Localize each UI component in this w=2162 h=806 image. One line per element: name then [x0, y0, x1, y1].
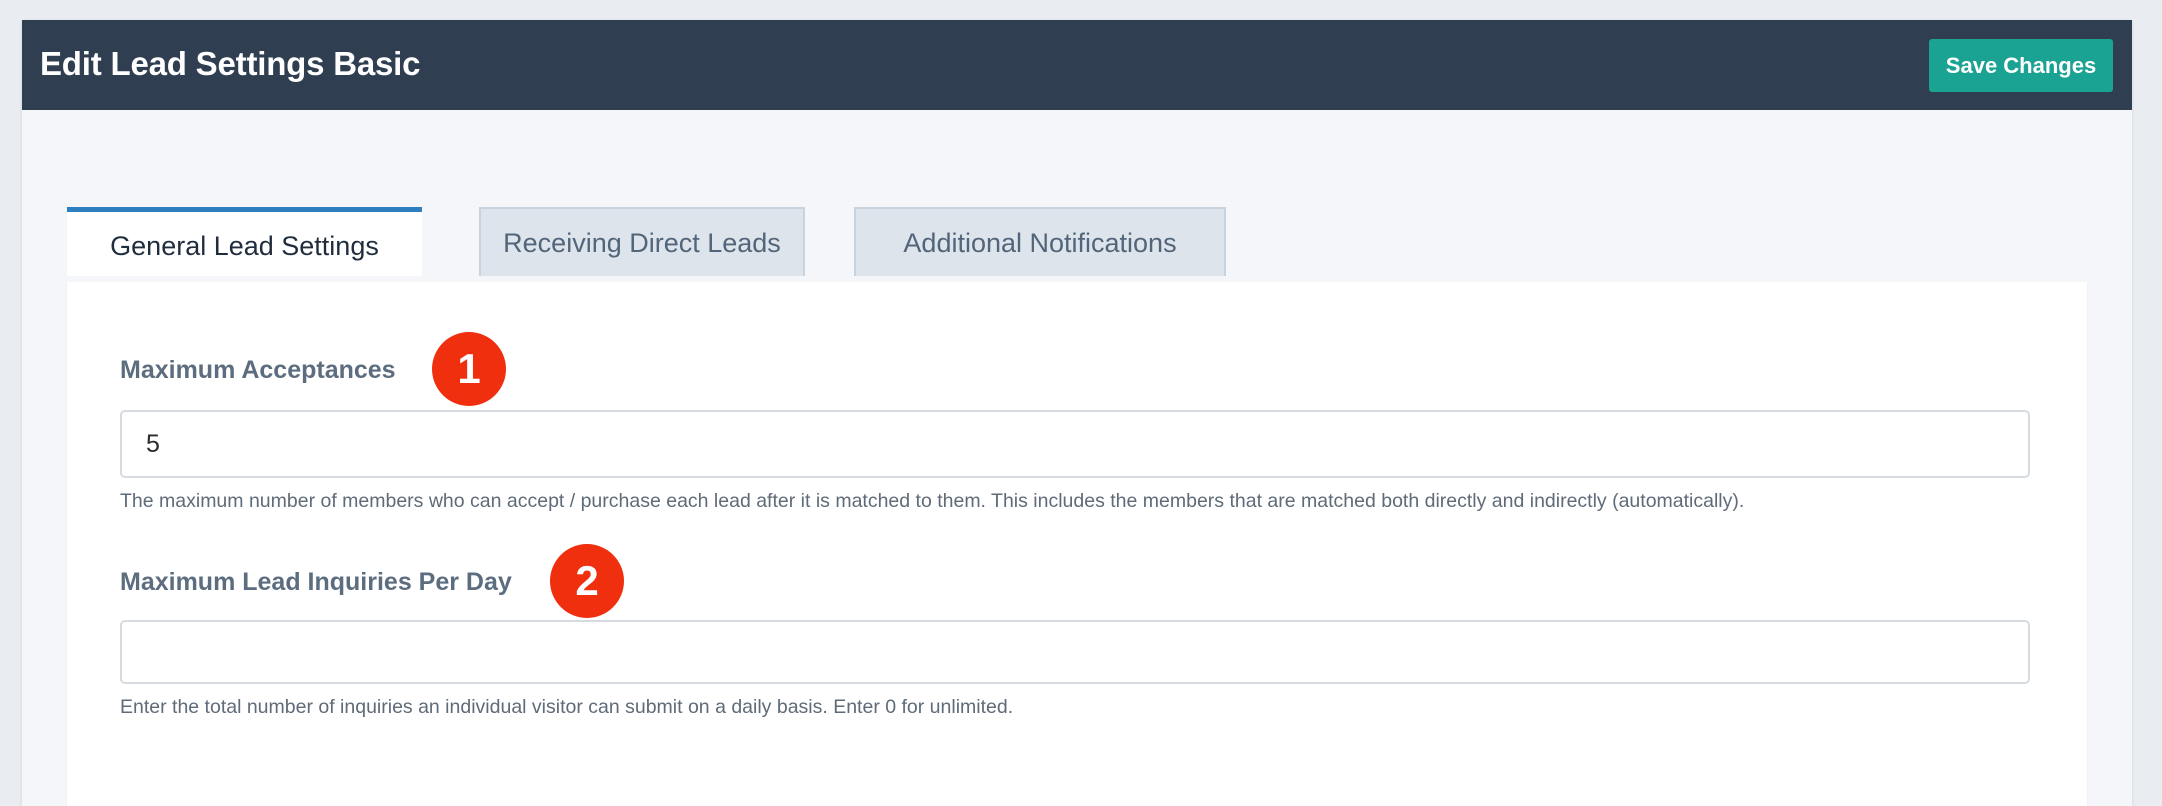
max-acceptances-label: Maximum Acceptances — [120, 356, 396, 384]
max-inquiries-label: Maximum Lead Inquiries Per Day — [120, 568, 512, 596]
max-acceptances-input[interactable] — [120, 410, 2030, 478]
annotation-badge-1: 1 — [432, 332, 506, 406]
tab-additional-notifications[interactable]: Additional Notifications — [854, 207, 1226, 276]
page-header: Edit Lead Settings Basic Save Changes — [22, 20, 2132, 110]
annotation-badge-2: 2 — [550, 544, 624, 618]
save-changes-button[interactable]: Save Changes — [1929, 39, 2113, 92]
tab-general-lead-settings[interactable]: General Lead Settings — [67, 207, 422, 276]
page-title: Edit Lead Settings Basic — [40, 45, 421, 82]
settings-panel: Edit Lead Settings Basic Save Changes Ge… — [22, 20, 2132, 806]
max-inquiries-help: Enter the total number of inquiries an i… — [120, 696, 1014, 718]
tab-content: Maximum Acceptances 1 The maximum number… — [67, 282, 2087, 806]
max-inquiries-input[interactable] — [120, 620, 2030, 684]
tab-receiving-direct-leads[interactable]: Receiving Direct Leads — [479, 207, 805, 276]
max-acceptances-help: The maximum number of members who can ac… — [120, 490, 1745, 512]
